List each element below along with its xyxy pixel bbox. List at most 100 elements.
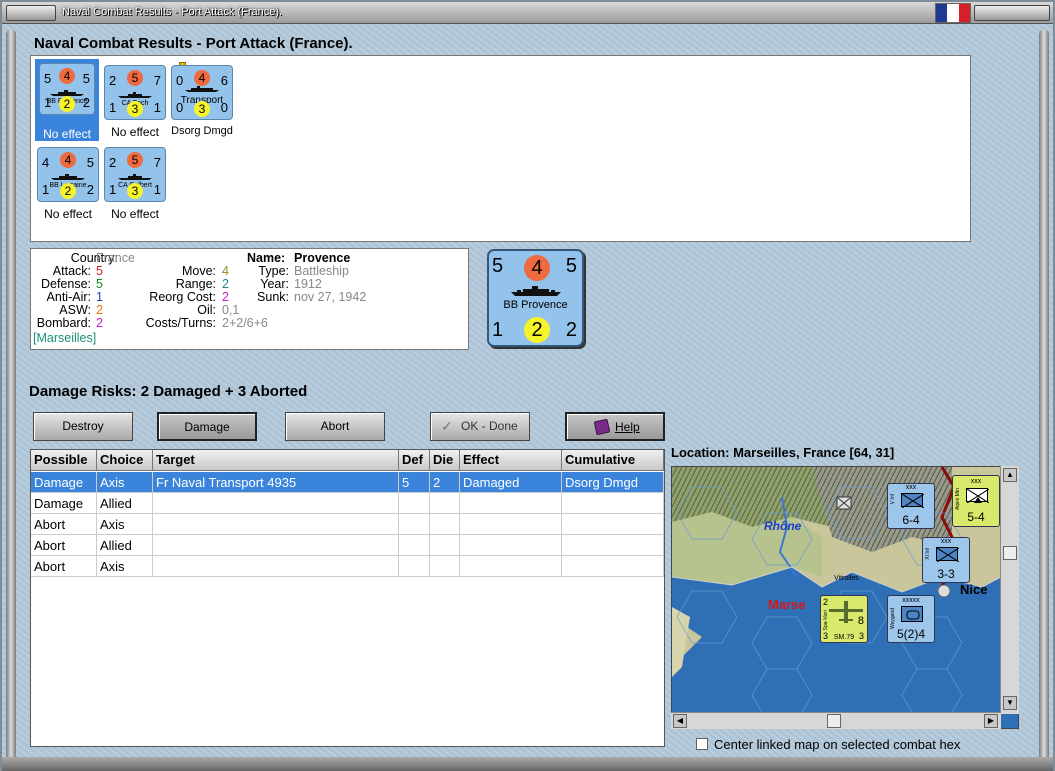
page-title: Naval Combat Results - Port Attack (Fran… — [34, 35, 353, 52]
table-row[interactable]: Damage Allied — [31, 493, 664, 514]
asw-value: 3 — [127, 183, 143, 199]
cell-target: Fr Naval Transport 4935 — [153, 472, 399, 493]
map-label-nice: Nice — [960, 582, 988, 597]
asw-value: 2 — [60, 183, 76, 199]
cell-def — [399, 556, 430, 577]
center-map-label: Center linked map on selected combat hex — [714, 737, 961, 752]
map-unit-v-inf[interactable]: xxx V Inf 6-4 — [887, 483, 935, 529]
unit-size: xxx — [970, 478, 982, 485]
cell-cumulative — [562, 514, 664, 535]
table-row[interactable]: Abort Axis — [31, 556, 664, 577]
map-label-vitrolles: Vitrolles — [834, 575, 859, 582]
map-unit-sm79[interactable]: 2 Spa-Vieri 8 3 SM.79 3 — [820, 595, 868, 643]
help-button[interactable]: Help — [565, 412, 665, 441]
title-bar: Naval Combat Results - Port Attack (Fran… — [2, 2, 1053, 24]
column-header-cumulative[interactable]: Cumulative — [562, 450, 664, 471]
map-unit-alpini[interactable]: xxx Alpini Mtn 5-4 — [952, 475, 1000, 527]
cell-target — [153, 556, 399, 577]
column-header-choice[interactable]: Choice — [97, 450, 153, 471]
unit-counter-ca-colbert[interactable]: 2 5 7 CA Colbert 1 3 1 No effect — [104, 147, 166, 221]
column-header-def[interactable]: Def — [399, 450, 430, 471]
asw-value: 3 — [194, 101, 210, 117]
unit-result: No effect — [111, 207, 159, 221]
unit-size: xxx — [940, 538, 952, 545]
unit-counter-bb-provence[interactable]: 5 4 5 BB Provence 1 2 2 No effect — [35, 59, 99, 141]
bottom-frame — [2, 757, 1053, 771]
unit-panel: 5 4 5 BB Provence 1 2 2 No effect 2 5 7 … — [30, 55, 971, 242]
sunk-label: Sunk: — [257, 290, 289, 304]
defense-value: 4 — [524, 255, 550, 281]
cell-possible: Abort — [31, 535, 97, 556]
cell-possible: Abort — [31, 514, 97, 535]
column-header-effect[interactable]: Effect — [460, 450, 562, 471]
bombard-value: 1 — [153, 100, 161, 115]
scroll-left-icon[interactable]: ◀ — [673, 714, 687, 728]
scroll-up-icon[interactable]: ▲ — [1003, 468, 1017, 482]
unit-counter-ca-foch[interactable]: 2 5 7 CA Foch 1 3 1 No effect — [104, 65, 166, 139]
sunk-value: nov 27, 1942 — [294, 290, 367, 304]
cell-die — [430, 493, 460, 514]
linked-map[interactable]: Rhône Marse Nice Vitrolles xxx V Inf 6-4… — [671, 466, 1019, 729]
ok-done-label: OK - Done — [461, 419, 518, 433]
vertical-scroll-thumb[interactable] — [1003, 546, 1017, 560]
unit-location: [Marseilles] — [33, 331, 97, 345]
hq-icon — [901, 606, 923, 622]
antiair-value: 1 — [109, 182, 117, 197]
window-controls[interactable] — [974, 5, 1050, 21]
damage-risks: Damage Risks: 2 Damaged + 3 Aborted — [29, 383, 308, 400]
map-horizontal-scrollbar[interactable]: ◀ ▶ — [671, 712, 1001, 729]
right-frame — [1039, 30, 1049, 760]
map-unit-weygand[interactable]: xxxxx Weygand 5(2)4 — [887, 595, 935, 643]
move-value: 5 — [82, 71, 90, 86]
defense-value: 4 — [194, 70, 210, 86]
bombard-value: 1 — [153, 182, 161, 197]
defense-value: 4 — [59, 68, 75, 84]
center-map-checkbox[interactable] — [696, 738, 708, 750]
antiair-value: 1 — [44, 95, 52, 110]
window-menu-button[interactable] — [6, 5, 56, 21]
scroll-down-icon[interactable]: ▼ — [1003, 696, 1017, 710]
antiair-value: 1 — [492, 319, 504, 341]
map-unit-xi-inf[interactable]: xxx XI Inf 3-3 — [922, 537, 970, 583]
unit-id: Weygand — [890, 608, 896, 630]
unit-result: No effect — [44, 207, 92, 221]
defense-value: 4 — [60, 152, 76, 168]
mountain-infantry-icon — [966, 488, 990, 504]
infantry-icon — [936, 547, 960, 563]
map-vertical-scrollbar[interactable]: ▲ ▼ — [1000, 466, 1019, 714]
asw-value: 2 — [59, 96, 75, 112]
column-header-possible[interactable]: Possible — [31, 450, 97, 471]
unit-id: XI Inf — [925, 548, 931, 560]
destroy-button[interactable]: Destroy — [33, 412, 133, 441]
battleship-icon — [51, 174, 85, 180]
column-header-target[interactable]: Target — [153, 450, 399, 471]
attack-value: 5 — [44, 71, 52, 86]
damage-button[interactable]: Damage — [157, 412, 257, 441]
cell-cumulative — [562, 535, 664, 556]
unit-counter-bb-lorraine[interactable]: 4 4 5 BB Lorraine 1 2 2 No effect — [37, 147, 99, 221]
table-row[interactable]: Abort Axis — [31, 514, 664, 535]
table-row[interactable]: Abort Allied — [31, 535, 664, 556]
cell-cumulative — [562, 556, 664, 577]
horizontal-scroll-thumb[interactable] — [827, 714, 841, 728]
unit-info-panel: Country: France Attack: 5 Defense: 5 Ant… — [30, 248, 469, 350]
move-value: 5 — [86, 155, 94, 170]
cell-die — [430, 556, 460, 577]
defense-value: 5 — [127, 152, 143, 168]
move-value: 7 — [153, 155, 161, 170]
cell-possible: Damage — [31, 472, 97, 493]
cell-possible: Damage — [31, 493, 97, 514]
cell-choice: Axis — [97, 472, 153, 493]
attack-value: 2 — [109, 155, 117, 170]
antiair-value: 1 — [42, 182, 50, 197]
table-row[interactable]: Damage Axis Fr Naval Transport 4935 5 2 … — [31, 472, 664, 493]
cell-choice: Allied — [97, 535, 153, 556]
defense-value: 5 — [127, 70, 143, 86]
abort-button[interactable]: Abort — [285, 412, 385, 441]
bombard-label: Bombard: — [36, 316, 91, 330]
cell-cumulative — [562, 493, 664, 514]
scroll-right-icon[interactable]: ▶ — [984, 714, 998, 728]
column-header-die[interactable]: Die — [430, 450, 460, 471]
ok-done-button[interactable]: ✓ OK - Done — [430, 412, 530, 441]
unit-counter-transport[interactable]: 0 4 6 Transport 0 3 0 Dsorg Dmgd — [171, 62, 233, 137]
